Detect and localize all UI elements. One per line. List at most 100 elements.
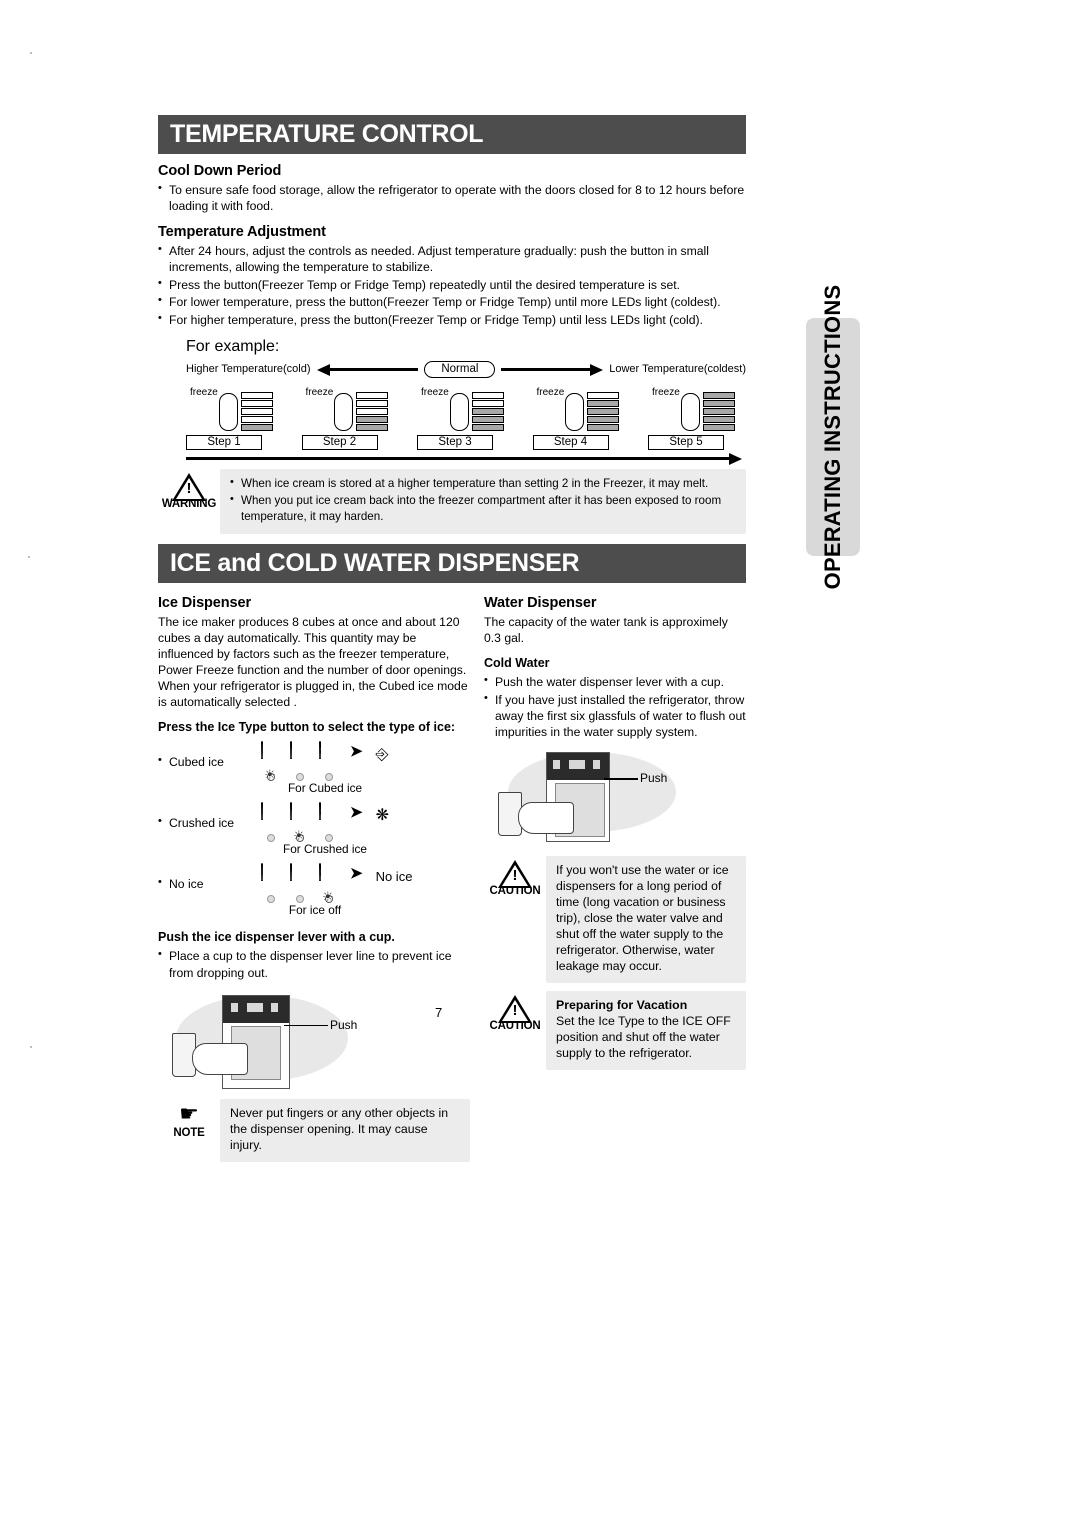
- ice-type-graphic: ICEOFF ➤ No ice For ice off: [261, 863, 412, 917]
- ice-type-label: Crushed ice: [158, 802, 261, 830]
- side-tab-label: OPERATING INSTRUCTIONS: [820, 284, 845, 590]
- led: [702, 424, 735, 432]
- led: [240, 392, 273, 400]
- ice-type-caption: For ice off: [288, 903, 342, 918]
- crushed-ice-glass-icon[interactable]: [290, 741, 310, 765]
- led: [471, 408, 504, 416]
- freeze-label: freeze: [421, 387, 449, 399]
- step-indicator: freeze Step 2: [301, 383, 400, 451]
- step-indicator: freeze Step 1: [186, 383, 284, 451]
- ice-type-caption: For Cubed ice: [287, 781, 363, 796]
- display-segment: [569, 760, 585, 770]
- led-stack: [587, 392, 620, 432]
- note-mark: ☛ NOTE: [158, 1099, 220, 1139]
- led-stack: [471, 392, 504, 432]
- led: [702, 416, 735, 424]
- caution-body: If you won't use the water or ice dispen…: [546, 856, 746, 984]
- led: [702, 400, 735, 408]
- page-number: 7: [435, 1005, 443, 1020]
- freeze-label: freeze: [652, 387, 680, 399]
- freezer-button-icon: [680, 393, 700, 432]
- scan-speck: [28, 556, 30, 558]
- indicator-lamp: [267, 895, 275, 904]
- temperature-example-diagram: For example: Higher Temperature(cold) No…: [158, 338, 746, 466]
- indicator-lamp: [296, 773, 304, 782]
- cubed-ice-result-icon: ⎆: [375, 746, 389, 764]
- page-content: TEMPERATURE CONTROL Cool Down Period To …: [158, 115, 746, 1162]
- ice-dispenser-illustration: Push: [158, 989, 470, 1093]
- freeze-label: freeze: [536, 387, 565, 399]
- led: [240, 416, 273, 424]
- led-stack: [356, 392, 389, 432]
- led: [356, 392, 389, 400]
- led: [471, 400, 504, 408]
- indicator-lamp: [325, 834, 333, 843]
- freeze-label: freeze: [190, 387, 218, 399]
- led-stack: [240, 392, 273, 432]
- step-graphic: freeze: [417, 383, 515, 432]
- caution-box-long-trip: ! CAUTION If you won't use the water or …: [484, 856, 746, 984]
- ice-dispenser-paragraph: The ice maker produces 8 cubes at once a…: [158, 614, 468, 710]
- example-steps-row: freeze Step 1 freeze Step 2 freeze Step …: [186, 383, 746, 451]
- step-label: Step 5: [648, 435, 724, 451]
- step-indicator: freeze Step 5: [648, 383, 746, 451]
- cubed-ice-glass-icon[interactable]: [261, 802, 281, 826]
- two-column-body: Ice Dispenser The ice maker produces 8 c…: [158, 591, 746, 1162]
- cubed-ice-glass-icon[interactable]: [261, 863, 281, 887]
- ice-off-glass-icon[interactable]: ICE OFF: [319, 802, 339, 826]
- step-label: Step 4: [532, 435, 609, 451]
- example-label-higher-temperature: Higher Temperature(cold): [186, 363, 311, 376]
- ice-type-button-row: ICE OFF ➤ ❋: [261, 802, 389, 826]
- heading-water-dispenser: Water Dispenser: [484, 594, 597, 611]
- hand-icon: [518, 802, 574, 835]
- ice-off-glass-icon[interactable]: ICE OFF: [319, 863, 339, 887]
- example-arrow-row: Higher Temperature(cold) Normal Lower Te…: [186, 359, 746, 379]
- ice-type-graphic: ICEOFF ➤ ❋ For Crushed ice: [261, 802, 389, 856]
- cubed-ice-glass-icon[interactable]: [261, 741, 281, 765]
- exclamation-icon: !: [186, 480, 192, 498]
- list-item: Press the button(Freezer Temp or Fridge …: [158, 276, 746, 293]
- led: [587, 392, 620, 400]
- heading-cool-down-period: Cool Down Period: [158, 163, 282, 180]
- crushed-ice-glass-icon[interactable]: [290, 863, 310, 887]
- ice-lever-bullet-list: Place a cup to the dispenser lever line …: [158, 947, 470, 980]
- example-bottom-arrow-icon: [186, 453, 742, 466]
- crushed-ice-glass-icon[interactable]: [290, 802, 310, 826]
- freezer-button-icon: [449, 393, 469, 432]
- ice-type-row-cubed: Cubed ice ICEOFF ➤: [158, 741, 470, 795]
- led: [587, 416, 620, 424]
- display-segment: [593, 760, 600, 770]
- section-banner-temperature-control: TEMPERATURE CONTROL: [158, 115, 746, 155]
- ice-type-label: No ice: [158, 863, 261, 891]
- led-stack: [702, 392, 735, 432]
- step-graphic: freeze: [533, 383, 631, 432]
- section-banner-ice-cold-water-dispenser: ICE and COLD WATER DISPENSER: [158, 543, 746, 583]
- callout-line: [604, 778, 638, 780]
- control-display: [223, 995, 289, 1023]
- display-segment: [271, 1002, 278, 1012]
- ice-type-button-row: ICE OFF ➤ No ice: [261, 863, 412, 887]
- list-item: Push the water dispenser lever with a cu…: [484, 673, 746, 690]
- callout-line: [284, 1024, 328, 1027]
- indicator-lamp: [296, 895, 304, 904]
- caution-body: Preparing for Vacation Set the Ice Type …: [546, 991, 746, 1071]
- arrow-left-icon: [311, 364, 425, 377]
- note-body: Never put fingers or any other objects i…: [220, 1098, 470, 1162]
- ice-type-row-crushed: Crushed ice ICEOFF ➤: [158, 802, 470, 856]
- cool-down-bullet-list: To ensure safe food storage, allow the r…: [158, 181, 746, 214]
- ice-type-button-row: ICE OFF ➤ ⎆: [261, 741, 388, 765]
- freezer-button-icon: [565, 393, 585, 432]
- arrow-right-icon: [495, 364, 609, 377]
- indicator-dot-row: [261, 768, 388, 782]
- step-label: Step 1: [186, 435, 262, 451]
- led: [240, 400, 273, 408]
- cold-water-bullet-list: Push the water dispenser lever with a cu…: [484, 673, 746, 740]
- arrow-right-icon: ➤: [350, 865, 363, 883]
- ice-type-row-no-ice: No ice ICEOFF ➤: [158, 863, 470, 917]
- warning-bullet-list: When ice cream is stored at a higher tem…: [230, 475, 736, 524]
- arrow-right-icon: ➤: [350, 804, 363, 822]
- ice-type-graphic: ICEOFF ➤ ⎆ For Cubed ice: [261, 741, 388, 795]
- warning-mark: ! WARNING: [158, 469, 220, 510]
- ice-off-glass-icon[interactable]: ICE OFF: [319, 741, 339, 765]
- display-segment: [553, 760, 560, 770]
